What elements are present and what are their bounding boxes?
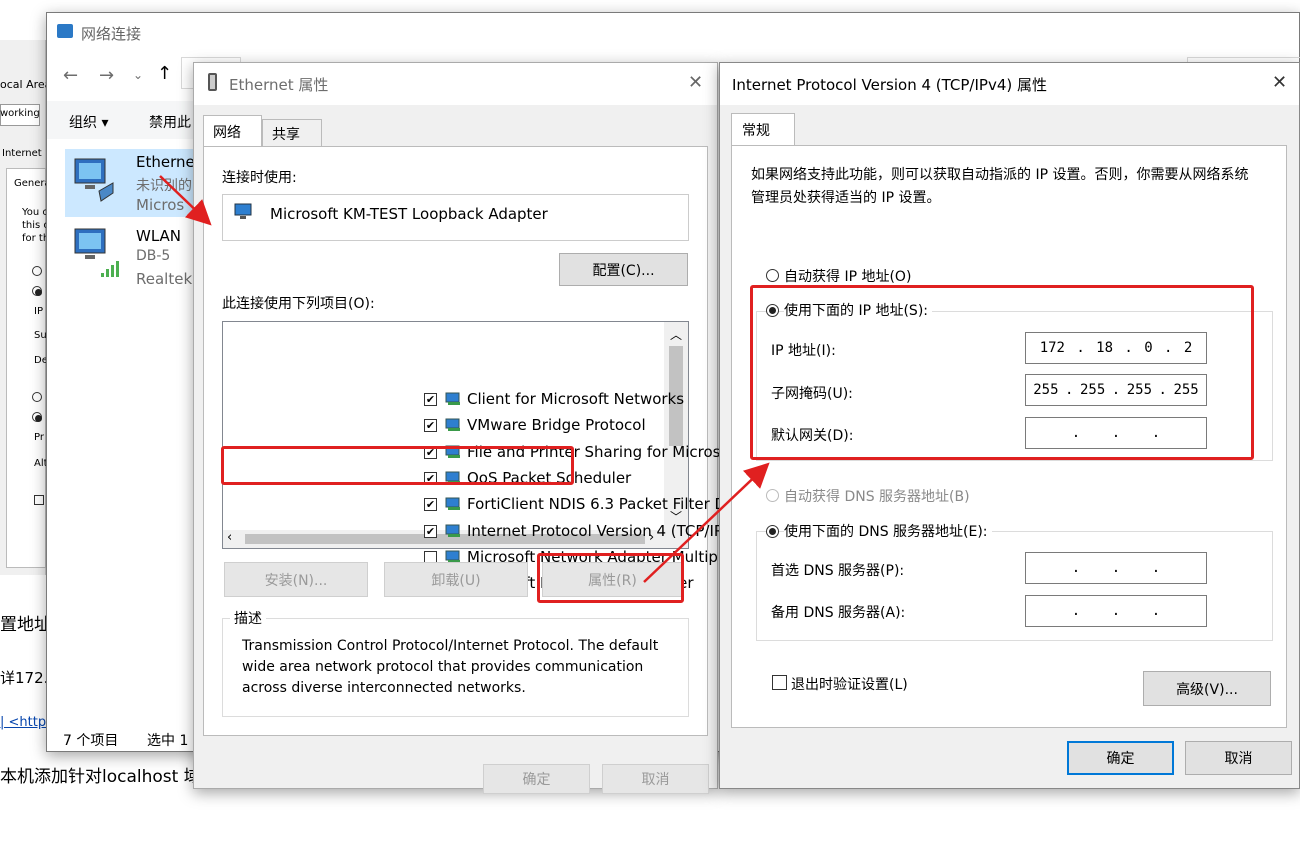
arrow-to-ip-box xyxy=(643,462,770,583)
arrow-to-adapter xyxy=(159,175,212,226)
annotation-arrows xyxy=(159,175,770,583)
